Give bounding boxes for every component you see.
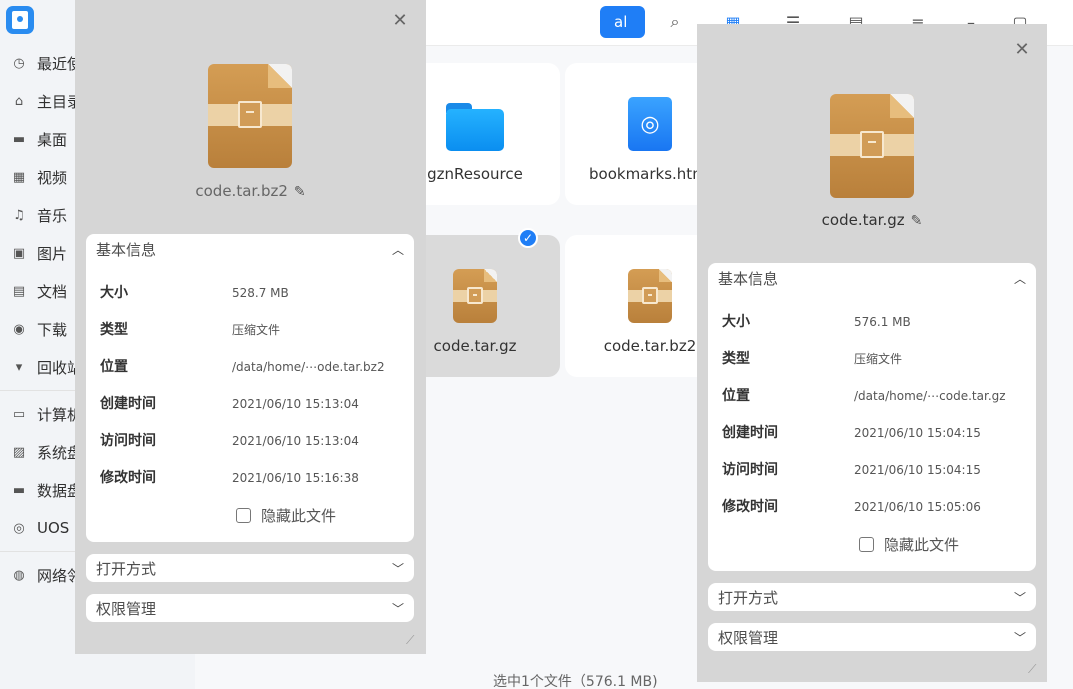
file-name-label[interactable]: code.tar.gz ✎: [697, 211, 1047, 229]
trash-icon: ▾: [15, 359, 23, 375]
chevron-down-icon: ﹀: [391, 561, 404, 576]
chevron-up-icon: ︿: [1013, 271, 1026, 286]
checkbox-icon[interactable]: [859, 537, 874, 552]
info-row: 大小 528.7 MB: [100, 285, 289, 301]
checkbox-icon[interactable]: [236, 508, 251, 523]
info-row: 访问时间 2021/06/10 15:04:15: [722, 462, 981, 478]
music-icon: ♫: [13, 207, 25, 223]
info-row: 修改时间 2021/06/10 15:05:06: [722, 499, 981, 515]
basic-info-section: 基本信息 ︿ 大小 576.1 MB 类型 压缩文件 位置/data/home/⋯co…: [708, 263, 1036, 571]
archive-icon: [628, 269, 672, 323]
edit-icon[interactable]: ✎: [294, 184, 306, 200]
resize-grip-icon[interactable]: ⟋: [1028, 662, 1042, 676]
html-file-icon: ◎: [628, 97, 672, 151]
basic-info-section: 基本信息 ︿ 大小 528.7 MB 类型 压缩文件 位置/data/home/⋯od…: [86, 234, 414, 542]
info-row: 创建时间 2021/06/10 15:13:04: [100, 396, 359, 412]
archive-icon: [208, 64, 292, 168]
folder-icon: [446, 103, 504, 151]
permissions-section[interactable]: 权限管理 ﹀: [86, 594, 414, 622]
edit-icon[interactable]: ✎: [911, 213, 923, 229]
open-with-section[interactable]: 打开方式 ﹀: [86, 554, 414, 582]
info-row: 大小 576.1 MB: [722, 314, 911, 330]
status-bar-text: 选中1个文件（576.1 MB): [493, 674, 658, 689]
info-row: 修改时间 2021/06/10 15:16:38: [100, 470, 359, 486]
disk-icon: ▨: [12, 444, 26, 460]
basic-info-header[interactable]: 基本信息 ︿: [86, 234, 414, 264]
document-icon: ▤: [12, 283, 26, 299]
home-icon: ⌂: [14, 93, 24, 109]
permissions-header: 权限管理 ﹀: [718, 628, 1026, 647]
open-with-section[interactable]: 打开方式 ﹀: [708, 583, 1036, 611]
open-with-header: 打开方式 ﹀: [718, 588, 1026, 607]
search-icon[interactable]: ⌕: [664, 11, 686, 33]
selected-check-icon: ✓: [518, 228, 538, 248]
desktop-icon: ▬: [12, 131, 26, 147]
info-row: 访问时间 2021/06/10 15:13:04: [100, 433, 359, 449]
open-with-header: 打开方式 ﹀: [96, 559, 404, 578]
close-icon[interactable]: ✕: [1013, 41, 1031, 59]
hide-file-checkbox[interactable]: 隐藏此文件: [236, 505, 336, 526]
properties-dialog-gz: ✕ code.tar.gz ✎ 基本信息 ︿ 大小 576.1 MB 类型 压缩文件 位…: [697, 24, 1047, 682]
info-row: 创建时间 2021/06/10 15:04:15: [722, 425, 981, 441]
hide-file-checkbox[interactable]: 隐藏此文件: [859, 534, 959, 555]
properties-dialog-bz2: ✕ code.tar.bz2 ✎ 基本信息 ︿ 大小 528.7 MB 类型 压缩文件 …: [75, 0, 426, 654]
info-row: 位置/data/home/⋯ode.tar.bz2: [100, 359, 385, 375]
basic-info-header[interactable]: 基本信息 ︿: [708, 263, 1036, 293]
info-row: 位置/data/home/⋯code.tar.gz: [722, 388, 1006, 404]
permissions-section[interactable]: 权限管理 ﹀: [708, 623, 1036, 651]
file-manager-logo: [6, 6, 34, 34]
permissions-header: 权限管理 ﹀: [96, 599, 404, 618]
close-icon[interactable]: ✕: [391, 12, 409, 30]
chevron-down-icon: ﹀: [391, 601, 404, 616]
network-icon: ◍: [13, 567, 25, 583]
clock-icon: ◷: [13, 55, 25, 71]
info-row: 类型 压缩文件: [100, 322, 281, 338]
video-icon: ▦: [12, 169, 26, 185]
chevron-up-icon: ︿: [391, 242, 404, 257]
breadcrumb-current[interactable]: al: [600, 6, 645, 38]
chevron-down-icon: ﹀: [1013, 630, 1026, 645]
disk-icon: ▬: [12, 482, 26, 498]
picture-icon: ▣: [12, 245, 26, 261]
archive-icon: [453, 269, 497, 323]
info-row: 类型 压缩文件: [722, 351, 903, 367]
chevron-down-icon: ﹀: [1013, 590, 1026, 605]
resize-grip-icon[interactable]: ⟋: [406, 633, 420, 647]
computer-icon: ▭: [12, 406, 26, 422]
file-name-label[interactable]: code.tar.bz2 ✎: [75, 182, 426, 200]
disc-icon: ◎: [13, 520, 25, 536]
download-icon: ◉: [13, 321, 25, 337]
archive-icon: [830, 94, 914, 198]
